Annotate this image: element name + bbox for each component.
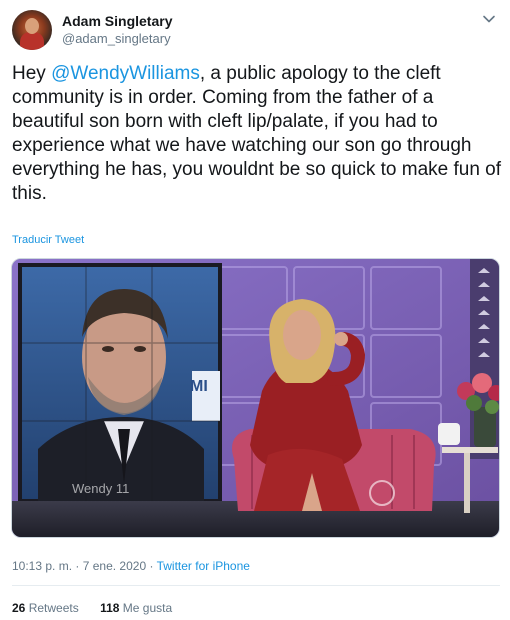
tweet-date[interactable]: 7 ene. 2020: [83, 559, 146, 573]
retweets-stat[interactable]: 26 Retweets: [12, 601, 79, 615]
divider: [12, 585, 500, 586]
likes-stat[interactable]: 118 Me gusta: [100, 601, 172, 615]
tweet-text: Hey @WendyWilliams, a public apology to …: [12, 62, 502, 206]
media-screen-text: MI: [190, 378, 208, 395]
likes-label: Me gusta: [122, 601, 173, 615]
tweet-media[interactable]: Wendy 11 MI: [11, 258, 500, 538]
avatar-body: [20, 32, 44, 50]
tweet-text-rest: , a public apology to the cleft communit…: [12, 63, 502, 204]
author-handle[interactable]: @adam_singletary: [62, 31, 171, 46]
meta-separator-1: ·: [72, 559, 83, 573]
translate-tweet-link[interactable]: Traducir Tweet: [12, 234, 84, 246]
author-name[interactable]: Adam Singletary: [62, 13, 172, 29]
likes-count: 118: [100, 601, 120, 615]
avatar[interactable]: [12, 10, 52, 50]
tweet-stats: 26 Retweets 118 Me gusta: [12, 601, 190, 615]
tweet-meta: 10:13 p. m. · 7 ene. 2020 · Twitter for …: [12, 559, 250, 573]
retweets-label: Retweets: [28, 601, 79, 615]
avatar-face: [25, 18, 39, 34]
mention-link[interactable]: @WendyWilliams: [51, 63, 200, 84]
tweet-time[interactable]: 10:13 p. m.: [12, 559, 72, 573]
retweets-count: 26: [12, 601, 26, 615]
media-watermark: Wendy 11: [72, 481, 129, 496]
tweet-source-link[interactable]: Twitter for iPhone: [157, 559, 250, 573]
meta-separator-2: ·: [146, 559, 157, 573]
chevron-down-icon[interactable]: [482, 12, 496, 26]
media-image: Wendy 11 MI: [12, 259, 499, 537]
tweet-text-start: Hey: [12, 63, 52, 84]
tweet-card: Adam Singletary @adam_singletary Hey @We…: [0, 0, 510, 620]
